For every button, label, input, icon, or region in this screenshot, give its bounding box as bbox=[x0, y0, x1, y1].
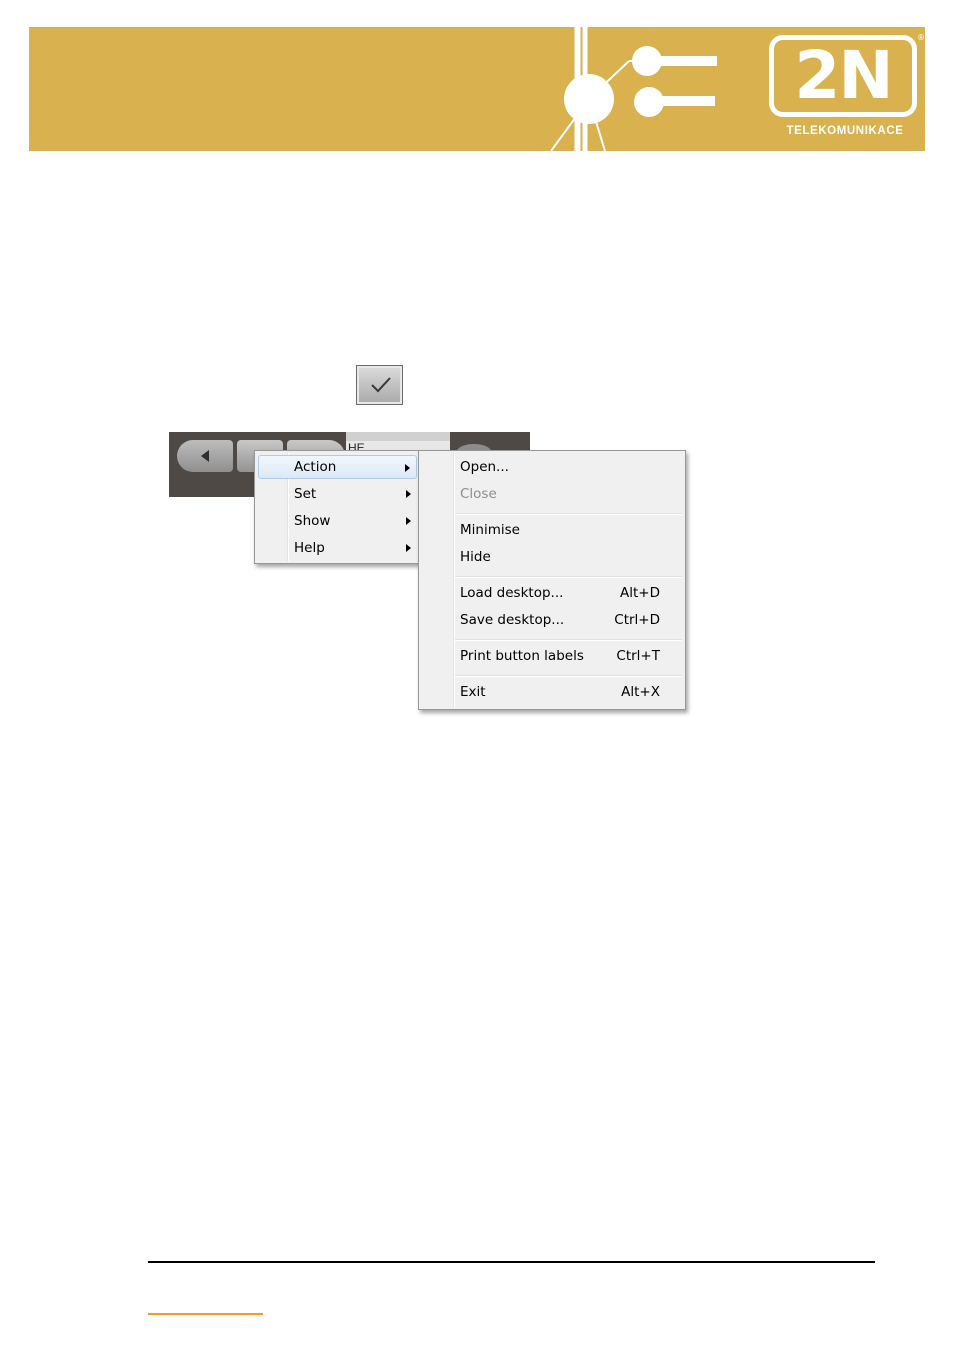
menu-item-help[interactable]: Help bbox=[258, 536, 417, 560]
menu-item-load-desktop[interactable]: Load desktop... Alt+D bbox=[422, 581, 682, 605]
menu-separator bbox=[455, 675, 682, 677]
chevron-right-icon bbox=[406, 544, 411, 552]
menu-item-hide[interactable]: Hide bbox=[422, 545, 682, 569]
footer-accent-line bbox=[148, 1313, 263, 1315]
menu-item-print-button-labels[interactable]: Print button labels Ctrl+T bbox=[422, 644, 682, 668]
menu-item-shortcut: Ctrl+T bbox=[616, 648, 660, 664]
menu-item-exit[interactable]: Exit Alt+X bbox=[422, 680, 682, 704]
menu-separator bbox=[455, 576, 682, 578]
logo-tagline: TELEKOMUNIKACE bbox=[786, 125, 904, 137]
arrow-left-icon bbox=[201, 450, 209, 462]
menu-item-label: Close bbox=[460, 486, 497, 502]
logo-mark: 2N bbox=[794, 37, 893, 114]
menu-item-minimise[interactable]: Minimise bbox=[422, 518, 682, 542]
logo-registered-mark: ® bbox=[917, 33, 925, 42]
menu-item-label: Help bbox=[294, 540, 325, 556]
menu-item-set[interactable]: Set bbox=[258, 482, 417, 506]
menu-separator bbox=[455, 639, 682, 641]
header-banner: 2N ® TELEKOMUNIKACE bbox=[29, 27, 925, 151]
menu-separator bbox=[455, 513, 682, 515]
confirm-button[interactable] bbox=[356, 365, 403, 405]
footer-rule bbox=[148, 1261, 875, 1263]
context-menu: Action Set Show Help bbox=[254, 450, 421, 564]
menu-item-label: Print button labels bbox=[460, 648, 584, 664]
back-button[interactable] bbox=[177, 440, 233, 472]
menu-item-label: Open... bbox=[460, 459, 509, 475]
menu-item-action[interactable]: Action bbox=[258, 455, 417, 479]
menu-item-close: Close bbox=[422, 482, 682, 506]
menu-item-label: Minimise bbox=[460, 522, 520, 538]
chevron-right-icon bbox=[406, 517, 411, 525]
menu-item-label: Set bbox=[294, 486, 317, 502]
action-submenu: Open... Close Minimise Hide Load desktop… bbox=[418, 450, 686, 710]
chevron-right-icon bbox=[405, 464, 410, 472]
menu-item-label: Action bbox=[294, 459, 337, 475]
menu-item-show[interactable]: Show bbox=[258, 509, 417, 533]
checkmark-icon bbox=[371, 377, 391, 393]
chevron-right-icon bbox=[406, 490, 411, 498]
menu-item-label: Save desktop... bbox=[460, 612, 565, 628]
menu-item-shortcut: Alt+D bbox=[620, 585, 660, 601]
menu-item-label: Load desktop... bbox=[460, 585, 564, 601]
menu-item-label: Exit bbox=[460, 684, 486, 700]
menu-item-label: Hide bbox=[460, 549, 491, 565]
menu-item-save-desktop[interactable]: Save desktop... Ctrl+D bbox=[422, 608, 682, 632]
menu-item-shortcut: Ctrl+D bbox=[614, 612, 660, 628]
menu-item-open[interactable]: Open... bbox=[422, 455, 682, 479]
menu-item-label: Show bbox=[294, 513, 331, 529]
menu-item-shortcut: Alt+X bbox=[621, 684, 660, 700]
